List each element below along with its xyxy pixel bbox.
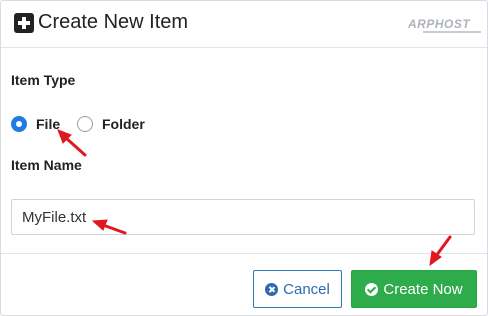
radio-file[interactable] [11, 116, 27, 132]
dialog-title: Create New Item [38, 11, 189, 33]
cancel-button[interactable]: Cancel [253, 270, 342, 308]
create-now-button[interactable]: Create Now [351, 270, 477, 308]
plus-square-icon [14, 13, 34, 33]
times-circle-icon [265, 282, 279, 296]
footer-divider [1, 253, 487, 254]
create-now-button-label: Create Now [383, 280, 463, 298]
arphost-watermark: ARPHOST [408, 17, 471, 31]
check-circle-icon [365, 282, 379, 296]
dialog-header: Create New Item ARPHOST [1, 1, 487, 48]
create-item-dialog: Create New Item ARPHOST Item Type File F… [0, 0, 488, 316]
cancel-button-label: Cancel [283, 280, 330, 298]
item-name-input[interactable] [11, 199, 475, 235]
item-type-label: Item Type [11, 72, 76, 88]
radio-folder[interactable] [77, 116, 93, 132]
radio-folder-label[interactable]: Folder [102, 116, 145, 132]
watermark-underline [423, 31, 481, 33]
radio-file-label[interactable]: File [36, 116, 60, 132]
item-name-label: Item Name [11, 157, 82, 173]
